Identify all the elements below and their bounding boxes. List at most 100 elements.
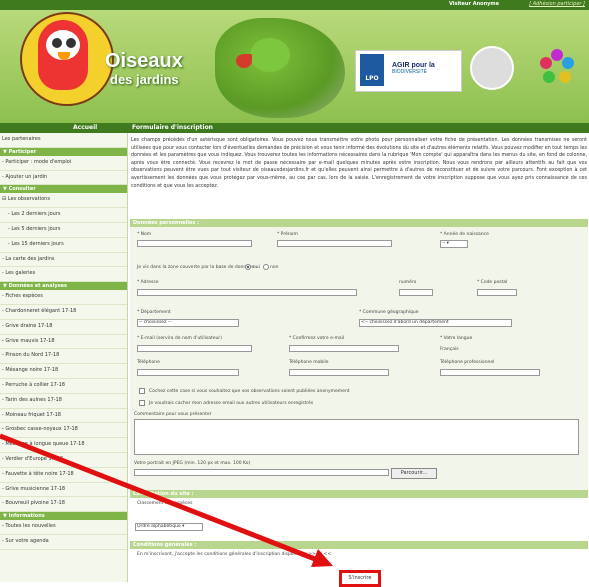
sidebar-item[interactable]: - Grive mauvis 17-18 <box>0 335 127 350</box>
code-postal-input[interactable] <box>477 289 517 296</box>
portrait-label: Votre portrait en JPEG (min. 120 px et m… <box>134 461 251 466</box>
section-personal-header: Données personnelles : <box>130 219 588 227</box>
sidebar-item[interactable]: - Grosbec casse-noyaux 17-18 <box>0 423 127 439</box>
brand-title: Oiseaux <box>105 50 183 72</box>
sidebar-item[interactable]: - Ajouter un jardin <box>0 171 127 186</box>
commune-select[interactable]: <-- choisissez d'abord un département <box>359 319 512 327</box>
telephone-input[interactable] <box>137 369 239 376</box>
sidebar-item[interactable]: - Tarin des aulnes 17-18 <box>0 394 127 409</box>
hide-email-checkbox[interactable] <box>139 400 145 406</box>
prenom-label: * Prénom <box>277 232 298 237</box>
sidebar: Les partenaires ▼ Participer - Participer … <box>0 133 128 582</box>
sidebar-item[interactable]: - Toutes les nouvelles <box>0 520 127 535</box>
classement-label: Classement des espèces <box>137 501 193 506</box>
top-bar: Visiteur Anonyme [ Adhésion participer ] <box>0 0 589 10</box>
comment-label: Commentaire pour vous présenter <box>134 412 212 417</box>
prenom-input[interactable] <box>277 240 392 247</box>
section-consult-header: Consultation du site : <box>130 490 588 498</box>
non-label: non <box>270 265 279 270</box>
site-header: Oiseaux des jardins LPO AGIR pour la BIOD… <box>0 10 589 123</box>
commune-label: * Commune géographique <box>359 310 419 315</box>
intro-text: Les champs précédés d'un astérisque sont… <box>131 138 587 189</box>
main-content: Les champs précédés d'un astérisque sont… <box>129 133 589 582</box>
numero-input[interactable] <box>399 289 433 296</box>
tel-pro-label: Téléphone professionnel <box>440 360 495 365</box>
sidebar-item[interactable]: - Verdier d'Europe 17-18 <box>0 453 127 468</box>
signin-link[interactable]: [ Adhésion participer ] <box>529 1 585 7</box>
agir-label: AGIR pour la <box>392 62 435 69</box>
code-postal-label: * Code postal <box>477 280 508 285</box>
sidebar-item[interactable]: - Les 2 derniers jours <box>0 208 127 223</box>
sidebar-section-header: ▼ Données et analyses <box>0 282 127 291</box>
confirm-email-label: * Confirmez votre e-mail <box>289 336 345 341</box>
nom-label: * Nom <box>137 232 152 237</box>
oui-radio[interactable] <box>245 264 251 270</box>
sidebar-item[interactable]: - Chardonneret élégant 17-18 <box>0 305 127 320</box>
sidebar-item[interactable]: - Les galeries <box>0 267 127 283</box>
visitor-status: Visiteur Anonyme <box>448 1 499 7</box>
sidebar-item[interactable]: - Moineau friquet 17-18 <box>0 409 127 424</box>
sidebar-item[interactable]: - Fiches espèces <box>0 290 127 305</box>
submit-button[interactable]: S'inscrire <box>339 570 381 587</box>
bird-eye-icon <box>50 36 64 50</box>
hide-email-label: Je voudrais cacher mon adresse email aux… <box>149 401 314 406</box>
annee-label: * Année de naissance <box>440 232 489 237</box>
sidebar-item[interactable]: - Grive draine 17-18 <box>0 320 127 335</box>
partner-flower-logo[interactable] <box>535 45 579 89</box>
agir-sub-label: BIODIVERSITÉ <box>392 69 428 75</box>
sidebar-item[interactable]: - La carte des jardins <box>0 253 127 268</box>
sidebar-item[interactable]: - Les 5 derniers jours <box>0 223 127 238</box>
adresse-input[interactable] <box>137 289 357 296</box>
sidebar-item[interactable]: ⊟ Les observations <box>0 193 127 209</box>
sidebar-item[interactable]: - Mésange à longue queue 17-18 <box>0 438 127 453</box>
departement-select[interactable]: -- choisissez -- <box>137 319 239 327</box>
email-label: * E-mail (servira de nom d'utilisateur) <box>137 336 222 341</box>
sidebar-item[interactable]: - Perruche à collier 17-18 <box>0 379 127 394</box>
page-title: Formulaire d'inscription <box>132 124 213 131</box>
sidebar-item[interactable]: - Participer : mode d'emploi <box>0 156 127 171</box>
section-conditions-header: Conditions générales : <box>130 541 588 549</box>
nom-input[interactable] <box>137 240 252 247</box>
sidebar-item[interactable]: - Fauvette à tête noire 17-18 <box>0 468 127 483</box>
browse-button[interactable]: Parcourir... <box>391 468 437 479</box>
portrait-file-input[interactable] <box>134 469 389 476</box>
classement-select[interactable]: Ordre alphabétique ▾ <box>135 523 203 531</box>
sidebar-section-header: ▼ Informations <box>0 512 127 521</box>
sidebar-item[interactable]: - Les 15 derniers jours <box>0 238 127 253</box>
tel-pro-input[interactable] <box>440 369 540 376</box>
sidebar-item[interactable]: - Pinson du Nord 17-18 <box>0 349 127 365</box>
non-radio[interactable] <box>263 264 269 270</box>
parrot-head-image <box>250 38 290 72</box>
tel-mobile-label: Téléphone mobile <box>289 360 329 365</box>
home-link[interactable]: Accueil <box>73 124 97 131</box>
lpo-logo[interactable]: LPO <box>360 54 384 86</box>
sidebar-item[interactable]: - Sur votre agenda <box>0 535 127 550</box>
agir-logo[interactable]: AGIR pour la BIODIVERSITÉ <box>392 62 435 75</box>
sidebar-item[interactable]: - Mésange noire 17-18 <box>0 364 127 379</box>
sidebar-section-header: ▼ Consulter <box>0 185 127 194</box>
tel-mobile-input[interactable] <box>289 369 389 376</box>
sidebar-item[interactable]: - Bouvreuil pivoine 17-18 <box>0 497 127 513</box>
telephone-label: Téléphone <box>137 360 160 365</box>
anon-checkbox[interactable] <box>139 388 145 394</box>
email-input[interactable] <box>137 345 252 352</box>
zone-question: Je vis dans la zone couverte par la base… <box>137 265 258 270</box>
anon-label: Cochez cette case si vous souhaitez que … <box>149 389 350 394</box>
langue-value: Français <box>440 347 459 352</box>
museum-medal-logo[interactable] <box>470 46 514 90</box>
brand-subtitle: des jardins <box>110 72 179 87</box>
comment-textarea[interactable] <box>134 419 579 455</box>
oui-label: oui <box>253 265 260 270</box>
bird-eye-icon <box>64 36 78 50</box>
sidebar-item[interactable]: - Grive musicienne 17-18 <box>0 483 127 498</box>
departement-label: * Département <box>137 310 171 315</box>
nav-bar: Accueil Formulaire d'inscription <box>0 123 589 133</box>
conditions-text: En m'inscrivant, j'accepte les condition… <box>137 552 332 557</box>
sidebar-item[interactable]: Les partenaires <box>0 133 127 148</box>
confirm-email-input[interactable] <box>289 345 399 352</box>
adresse-label: * Adresse <box>137 280 159 285</box>
parrot-beak-image <box>236 54 252 68</box>
annee-select[interactable]: -- ▾ <box>440 240 468 248</box>
langue-label: * Votre langue <box>440 336 473 341</box>
numero-label: numéro <box>399 280 417 285</box>
